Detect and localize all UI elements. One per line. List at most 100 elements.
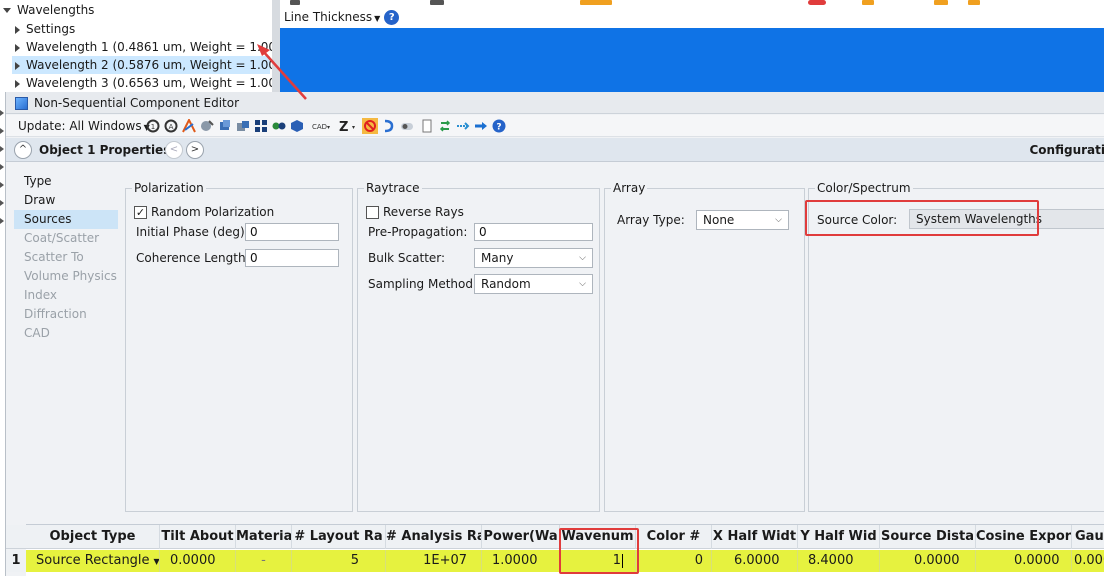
material-cell[interactable]: - (236, 550, 292, 572)
tilt-about-cell[interactable]: 0.0000 (160, 550, 236, 572)
toolbar-icon[interactable] (290, 0, 300, 5)
ray-arrow-icon[interactable] (456, 119, 470, 133)
random-polarization-label: Random Polarization (151, 205, 275, 219)
initial-phase-input[interactable] (245, 223, 339, 241)
column-header[interactable]: Gaus (1072, 525, 1104, 549)
column-header[interactable]: # Analysis Ra (386, 525, 482, 549)
chevron-down-icon: ⌵ (579, 279, 586, 289)
page-icon[interactable] (420, 119, 434, 133)
category-sources[interactable]: Sources (14, 210, 118, 229)
source-color-highlight (805, 200, 1039, 236)
toolbar-icon[interactable] (862, 0, 874, 5)
row-number[interactable]: 1 (6, 550, 26, 572)
update-windows-dropdown[interactable]: Update: All Windows ▼ (18, 118, 150, 136)
pane-splitter[interactable] (272, 0, 280, 92)
x-half-width-cell[interactable]: 6.0000 (712, 550, 798, 572)
grid-icon[interactable] (254, 119, 268, 133)
group-icon[interactable] (272, 119, 286, 133)
hexagon-icon[interactable] (290, 119, 304, 133)
next-arrow-icon[interactable] (474, 119, 488, 133)
editor-title-bar[interactable]: Non-Sequential Component Editor (6, 92, 1104, 114)
category-volume-physics[interactable]: Volume Physics (14, 267, 118, 286)
collapse-arrow-icon[interactable] (15, 25, 20, 34)
next-object-button[interactable]: > (186, 141, 204, 159)
layout-canvas[interactable] (280, 28, 1104, 92)
power-cell[interactable]: 1.0000 (482, 550, 560, 572)
collapse-arrow-icon[interactable] (15, 79, 20, 88)
cad-icon[interactable]: CAD ▾ (312, 119, 332, 133)
toolbar-icon[interactable] (968, 0, 980, 5)
object-viewer-icon[interactable] (236, 119, 250, 133)
category-scatter-to[interactable]: Scatter To (14, 248, 118, 267)
pre-propagation-label: Pre-Propagation: (368, 225, 468, 239)
column-header[interactable]: Object Type (26, 525, 160, 549)
layout-rays-cell[interactable]: 5 (292, 550, 386, 572)
analysis-rays-cell[interactable]: 1E+07 (386, 550, 482, 572)
help-icon[interactable]: ? (492, 119, 506, 133)
collapse-properties-button[interactable]: ^ (14, 141, 32, 159)
column-header[interactable]: Power(Wa (482, 525, 560, 549)
expand-arrow-icon (0, 218, 4, 224)
category-type[interactable]: Type (14, 172, 118, 191)
refresh-all-icon[interactable]: A (164, 119, 178, 133)
column-header[interactable]: Source Dista (880, 525, 976, 549)
cosine-exponent-cell[interactable]: 0.0000 (976, 550, 1072, 572)
layout-view: Line Thickness ▼? (280, 0, 1104, 92)
category-diffraction[interactable]: Diffraction (14, 305, 118, 324)
object-type-cell[interactable]: Source Rectangle ▼ (26, 550, 160, 572)
y-half-width-cell[interactable]: 8.4000 (798, 550, 880, 572)
toolbar-icon[interactable] (808, 0, 826, 5)
column-header[interactable]: Y Half Wid (798, 525, 880, 549)
previous-object-button[interactable]: < (165, 141, 183, 159)
tree-item-wavelength-1[interactable]: Wavelength 1 (0.4861 um, Weight = 1.0000… (15, 38, 296, 56)
help-icon[interactable]: ? (384, 10, 400, 25)
object-properties-label: Object 1 Properties (39, 143, 171, 157)
shaded-model-icon[interactable] (200, 119, 214, 133)
sampling-method-label: Sampling Method: (368, 277, 478, 291)
object-icon[interactable] (218, 119, 232, 133)
coherence-length-input[interactable] (245, 249, 339, 267)
sort-icon[interactable] (438, 119, 452, 133)
expand-arrow-icon[interactable] (3, 8, 11, 13)
color-number-cell[interactable]: 0 (636, 550, 712, 572)
toolbar-icon[interactable] (430, 0, 444, 5)
bulk-scatter-dropdown[interactable]: Many ⌵ (474, 248, 593, 268)
pre-propagation-input[interactable] (474, 223, 593, 241)
line-thickness-dropdown[interactable]: Line Thickness ▼? (284, 8, 400, 26)
category-index[interactable]: Index (14, 286, 118, 305)
column-header[interactable]: Cosine Expor (976, 525, 1072, 549)
category-draw[interactable]: Draw (14, 191, 118, 210)
toolbar-icon[interactable] (580, 0, 612, 5)
category-coat-scatter[interactable]: Coat/Scatter (14, 229, 118, 248)
chevron-down-icon: ⌵ (579, 253, 586, 263)
caret-down-icon[interactable]: ▼ (154, 557, 159, 566)
toggle-icon[interactable] (400, 119, 414, 133)
column-header[interactable]: # Layout Ra (292, 525, 386, 549)
z-icon[interactable]: Z ▾ (338, 119, 360, 133)
array-type-dropdown[interactable]: None ⌵ (696, 210, 789, 230)
tree-item-wavelength-2[interactable]: Wavelength 2 (0.5876 um, Weight = 1.0000… (12, 56, 296, 74)
reverse-rays-checkbox[interactable] (366, 206, 379, 219)
expand-arrow-icon (0, 128, 4, 134)
column-header[interactable]: Materia (236, 525, 292, 549)
collapse-arrow-icon[interactable] (15, 61, 20, 70)
tree-item-settings[interactable]: Settings (15, 20, 75, 38)
category-cad[interactable]: CAD (14, 324, 118, 343)
collapse-arrow-icon[interactable] (15, 43, 20, 52)
random-polarization-checkbox[interactable]: ✓ (134, 206, 147, 219)
refresh-icon[interactable]: 1 (146, 119, 160, 133)
ray-trace-icon[interactable] (182, 119, 196, 133)
toolbar-icon[interactable] (934, 0, 948, 5)
bulk-scatter-label: Bulk Scatter: (368, 251, 446, 265)
gaussian-cell[interactable]: 0.000 (1072, 550, 1104, 572)
reverse-icon[interactable] (382, 119, 396, 133)
tree-wavelengths-header[interactable]: Wavelengths (3, 1, 94, 19)
column-header[interactable]: Color # (636, 525, 712, 549)
column-header[interactable]: X Half Widt (712, 525, 798, 549)
source-distance-cell[interactable]: 0.0000 (880, 550, 976, 572)
column-header[interactable]: Tilt About (160, 525, 236, 549)
ignore-icon[interactable] (362, 118, 378, 134)
sampling-method-dropdown[interactable]: Random ⌵ (474, 274, 593, 294)
raytrace-title: Raytrace (364, 181, 422, 195)
tree-item-wavelength-3[interactable]: Wavelength 3 (0.6563 um, Weight = 1.0000… (15, 74, 296, 92)
